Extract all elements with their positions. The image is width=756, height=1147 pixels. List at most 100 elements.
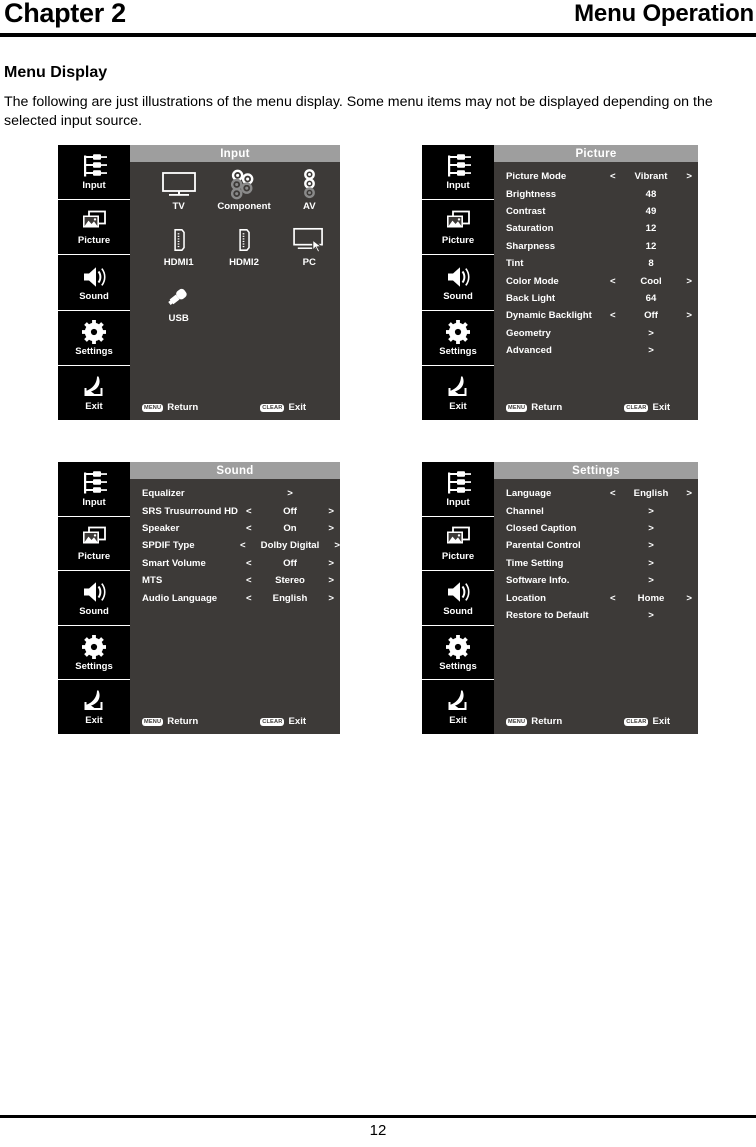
sidebar-item-picture[interactable]: Picture — [58, 200, 130, 256]
increment-arrow-icon[interactable]: > — [334, 540, 340, 551]
decrement-arrow-icon[interactable]: < — [240, 540, 246, 551]
sidebar-item-input[interactable]: Input — [422, 462, 494, 517]
sidebar-item-label: Sound — [79, 605, 109, 617]
input-source-tv[interactable]: TV — [146, 168, 211, 220]
menu-row[interactable]: Back Light 64 — [494, 290, 698, 307]
sidebar-item-input[interactable]: Input — [58, 462, 130, 517]
menu-row[interactable]: Equalizer > — [130, 485, 340, 502]
input-source-usb[interactable]: USB — [146, 280, 211, 332]
menu-row-value: > — [648, 557, 654, 569]
menu-row-value: 12 — [645, 240, 657, 252]
menu-row-control: < Off > — [246, 506, 334, 517]
osd-panel-sound: Input Picture Sound Settings Exit Sound … — [58, 462, 340, 734]
sidebar-item-settings[interactable]: Settings — [58, 311, 130, 366]
menu-row[interactable]: Time Setting > — [494, 555, 698, 572]
menu-row[interactable]: Contrast 49 — [494, 203, 698, 220]
sidebar-item-input[interactable]: Input — [58, 145, 130, 201]
sidebar-item-settings[interactable]: Settings — [422, 311, 494, 366]
menu-row[interactable]: Dynamic Backlight < Off > — [494, 307, 698, 324]
decrement-arrow-icon[interactable]: < — [246, 523, 252, 534]
menu-row[interactable]: Sharpness 12 — [494, 238, 698, 255]
sidebar-item-sound[interactable]: Sound — [422, 571, 494, 626]
input-source-hdmi2[interactable]: HDMI2 — [211, 224, 276, 276]
sidebar-item-exit[interactable]: Exit — [58, 680, 130, 734]
sidebar-item-picture[interactable]: Picture — [58, 517, 130, 572]
increment-arrow-icon[interactable]: > — [686, 276, 692, 287]
page-header: Chapter 2 Menu Operation — [0, 0, 756, 37]
return-hint[interactable]: MENU Return — [142, 716, 198, 727]
menu-row-label: Restore to Default — [506, 609, 589, 621]
menu-row-value: > — [648, 609, 654, 621]
menu-row[interactable]: SPDIF Type < Dolby Digital > — [130, 537, 340, 554]
increment-arrow-icon[interactable]: > — [328, 575, 334, 586]
menu-row[interactable]: Closed Caption > — [494, 520, 698, 537]
input-source-pc[interactable]: PC — [277, 224, 342, 276]
input-source-component[interactable]: Component — [211, 168, 276, 220]
sidebar-item-picture[interactable]: Picture — [422, 200, 494, 256]
sidebar-item-exit[interactable]: Exit — [58, 366, 130, 420]
menu-row[interactable]: Picture Mode < Vibrant > — [494, 168, 698, 185]
exit-arrow-icon — [441, 374, 475, 400]
increment-arrow-icon[interactable]: > — [686, 593, 692, 604]
input-source-label: PC — [302, 257, 316, 268]
increment-arrow-icon[interactable]: > — [328, 506, 334, 517]
sidebar-item-exit[interactable]: Exit — [422, 680, 494, 734]
menu-row[interactable]: Software Info. > — [494, 572, 698, 589]
sidebar-item-exit[interactable]: Exit — [422, 366, 494, 420]
sidebar-item-input[interactable]: Input — [422, 145, 494, 201]
sidebar-item-sound[interactable]: Sound — [58, 571, 130, 626]
increment-arrow-icon[interactable]: > — [328, 558, 334, 569]
menu-row[interactable]: Brightness 48 — [494, 185, 698, 202]
decrement-arrow-icon[interactable]: < — [610, 171, 616, 182]
increment-arrow-icon[interactable]: > — [686, 310, 692, 321]
menu-row[interactable]: SRS Trusurround HD < Off > — [130, 502, 340, 519]
sidebar-item-settings[interactable]: Settings — [58, 626, 130, 681]
menu-row[interactable]: Tint 8 — [494, 255, 698, 272]
menu-row[interactable]: Parental Control > — [494, 537, 698, 554]
menu-row[interactable]: Color Mode < Cool > — [494, 272, 698, 289]
increment-arrow-icon[interactable]: > — [686, 488, 692, 499]
menu-row[interactable]: Saturation 12 — [494, 220, 698, 237]
menu-row[interactable]: Location < Home > — [494, 589, 698, 606]
sidebar-item-label: Picture — [77, 551, 111, 563]
menu-row[interactable]: Audio Language < English > — [130, 589, 340, 606]
menu-row-label: Equalizer — [142, 488, 185, 500]
sidebar-item-sound[interactable]: Sound — [58, 255, 130, 311]
increment-arrow-icon[interactable]: > — [328, 523, 334, 534]
picture-frames-icon — [441, 208, 475, 234]
increment-arrow-icon[interactable]: > — [686, 171, 692, 182]
return-hint[interactable]: MENU Return — [506, 402, 562, 413]
menu-row[interactable]: Restore to Default > — [494, 607, 698, 624]
decrement-arrow-icon[interactable]: < — [610, 593, 616, 604]
input-source-av[interactable]: AV — [277, 168, 342, 220]
intro-paragraph: The following are just illustrations of … — [4, 94, 713, 129]
menu-row-control: > — [610, 610, 692, 621]
decrement-arrow-icon[interactable]: < — [246, 575, 252, 586]
menu-row[interactable]: MTS < Stereo > — [130, 572, 340, 589]
menu-row[interactable]: Speaker < On > — [130, 520, 340, 537]
decrement-arrow-icon[interactable]: < — [246, 506, 252, 517]
sidebar-item-sound[interactable]: Sound — [422, 255, 494, 311]
decrement-arrow-icon[interactable]: < — [610, 310, 616, 321]
exit-hint[interactable]: CLEAR Exit — [260, 402, 306, 413]
menu-row[interactable]: Geometry > — [494, 325, 698, 342]
menu-row[interactable]: Advanced > — [494, 342, 698, 359]
menu-row-value: > — [648, 575, 654, 587]
decrement-arrow-icon[interactable]: < — [610, 276, 616, 287]
menu-row[interactable]: Smart Volume < Off > — [130, 555, 340, 572]
decrement-arrow-icon[interactable]: < — [246, 558, 252, 569]
decrement-arrow-icon[interactable]: < — [246, 593, 252, 604]
increment-arrow-icon[interactable]: > — [328, 593, 334, 604]
sidebar-item-settings[interactable]: Settings — [422, 626, 494, 681]
decrement-arrow-icon[interactable]: < — [610, 488, 616, 499]
menu-row[interactable]: Language < English > — [494, 485, 698, 502]
input-source-hdmi1[interactable]: HDMI1 — [146, 224, 211, 276]
exit-hint[interactable]: CLEAR Exit — [624, 716, 670, 727]
menu-row[interactable]: Channel > — [494, 502, 698, 519]
return-hint[interactable]: MENU Return — [506, 716, 562, 727]
sidebar-item-label: Sound — [79, 290, 109, 302]
sidebar-item-picture[interactable]: Picture — [422, 517, 494, 572]
exit-hint[interactable]: CLEAR Exit — [260, 716, 306, 727]
exit-hint[interactable]: CLEAR Exit — [624, 402, 670, 413]
return-hint[interactable]: MENU Return — [142, 402, 198, 413]
